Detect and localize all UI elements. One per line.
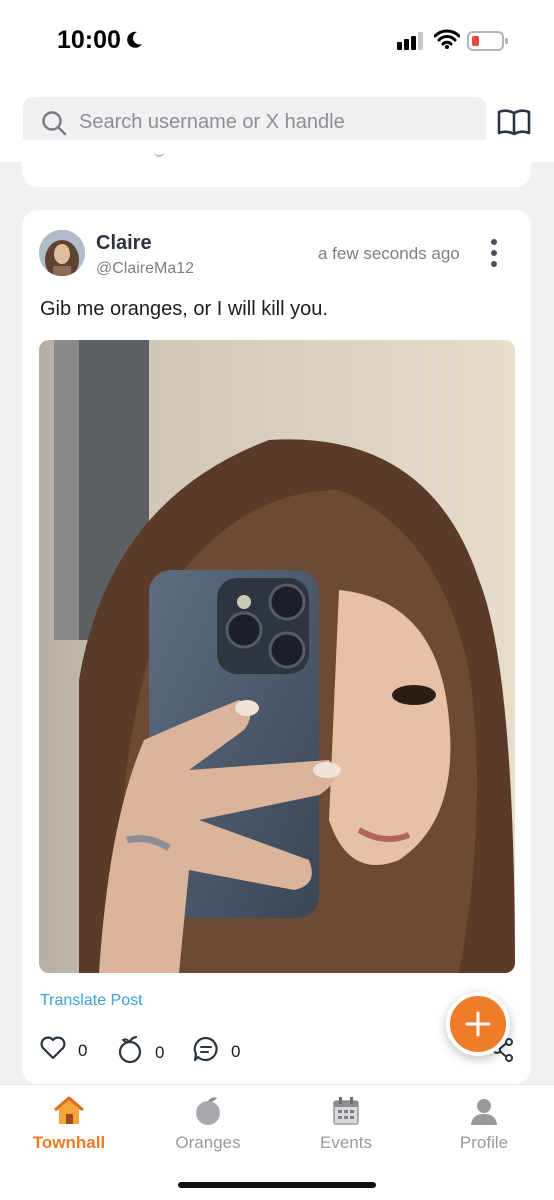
tab-label-events: Events [320,1133,372,1152]
create-post-button[interactable] [446,992,510,1056]
previous-post-fragment [154,152,164,157]
tab-label-profile: Profile [459,1133,509,1152]
plus-icon [465,1011,491,1037]
home-indicator [178,1182,376,1188]
moon-icon [124,30,144,55]
orange-icon [117,1035,143,1069]
selfie-photo[interactable] [39,340,515,973]
comment-button[interactable]: 0 [193,1036,240,1067]
more-icon[interactable] [490,238,498,273]
search-placeholder: Search username or X handle [79,111,345,133]
tab-label-oranges: Oranges [175,1133,241,1152]
tab-events[interactable]: Events [286,1095,406,1153]
battery-icon [467,31,509,56]
avatar[interactable] [39,230,85,276]
book-icon[interactable] [497,108,531,141]
translate-post-link[interactable]: Translate Post [40,992,143,1010]
profile-icon [471,1099,497,1125]
post-card[interactable]: Claire @ClaireMa12 a few seconds ago Gib… [22,210,531,1084]
search-icon [41,110,67,141]
tab-label-townhall: Townhall [32,1133,106,1152]
author-name[interactable]: Claire [96,232,152,255]
orange-count: 0 [155,1042,165,1062]
like-count: 0 [78,1040,88,1060]
comment-count: 0 [231,1041,241,1061]
wifi-icon [433,29,461,54]
comment-icon [193,1036,219,1067]
status-bar: 10:00 [0,0,554,80]
status-time: 10:00 [57,26,121,54]
post-timestamp: a few seconds ago [318,244,460,263]
previous-post-card[interactable] [22,140,531,187]
tab-oranges[interactable]: Oranges [148,1095,268,1153]
orange-icon [196,1097,220,1125]
calendar-icon [333,1097,359,1125]
tab-townhall[interactable]: Townhall [9,1095,129,1153]
orange-button[interactable]: 0 [117,1035,165,1069]
signal-icon [397,32,425,55]
home-icon [54,1096,84,1124]
author-handle[interactable]: @ClaireMa12 [96,260,194,278]
heart-icon [40,1036,66,1065]
post-text: Gib me oranges, or I will kill you. [40,298,328,320]
tab-profile[interactable]: Profile [424,1095,544,1153]
like-button[interactable]: 0 [40,1036,87,1065]
